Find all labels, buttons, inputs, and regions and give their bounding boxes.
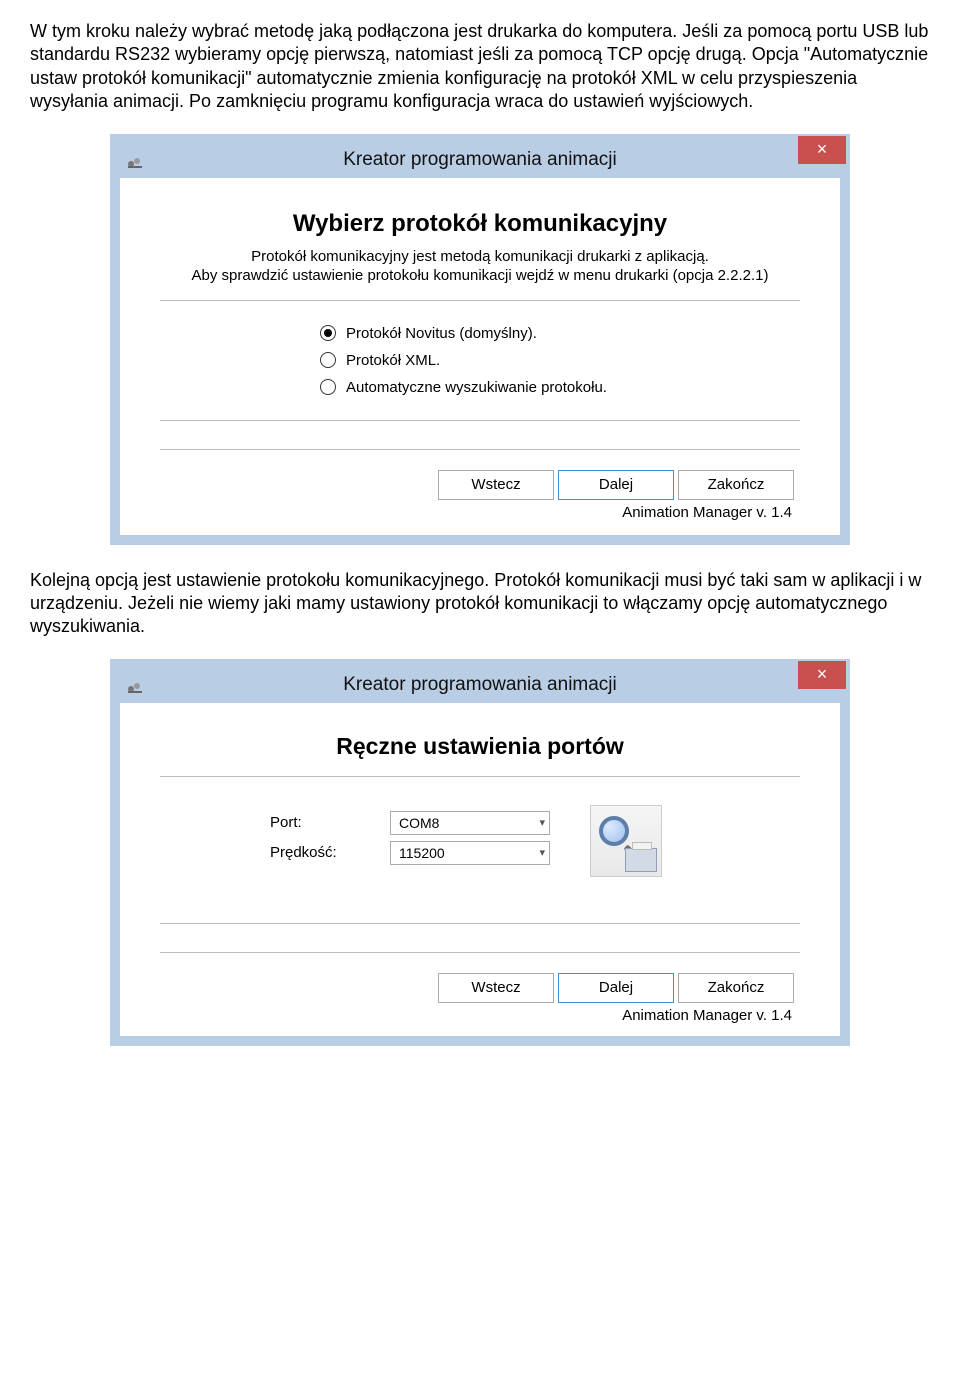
version-label: Animation Manager v. 1.4 xyxy=(160,504,800,525)
separator xyxy=(160,923,800,924)
port-label: Port: xyxy=(270,814,390,831)
radio-icon xyxy=(320,379,336,395)
close-button[interactable]: × xyxy=(798,136,846,164)
form-area: Port: COM8 ▾ Prędkość: 115200 ▾ xyxy=(270,805,800,877)
back-button[interactable]: Wstecz xyxy=(438,470,554,500)
dialog-body: Wybierz protokół komunikacyjny Protokół … xyxy=(120,178,840,535)
radio-icon xyxy=(320,325,336,341)
intro-paragraph-1: W tym kroku należy wybrać metodę jaką po… xyxy=(30,20,930,114)
window-title: Kreator programowania animacji xyxy=(120,674,840,696)
separator xyxy=(160,449,800,450)
port-value: COM8 xyxy=(399,815,439,831)
radio-icon xyxy=(320,352,336,368)
radio-auto[interactable]: Automatyczne wyszukiwanie protokołu. xyxy=(320,379,800,396)
dialog-subtext-1: Protokół komunikacyjny jest metodą komun… xyxy=(160,248,800,265)
titlebar: Kreator programowania animacji × xyxy=(120,142,840,178)
back-button[interactable]: Wstecz xyxy=(438,973,554,1003)
finish-button[interactable]: Zakończ xyxy=(678,973,794,1003)
titlebar: Kreator programowania animacji × xyxy=(120,667,840,703)
separator xyxy=(160,776,800,777)
radio-group: Protokół Novitus (domyślny). Protokół XM… xyxy=(320,325,800,396)
radio-label: Automatyczne wyszukiwanie protokołu. xyxy=(346,379,607,396)
chevron-down-icon: ▾ xyxy=(539,846,545,859)
speed-value: 115200 xyxy=(399,845,445,861)
next-button[interactable]: Dalej xyxy=(558,470,674,500)
finish-button[interactable]: Zakończ xyxy=(678,470,794,500)
dialog-body: Ręczne ustawienia portów Port: COM8 ▾ Pr… xyxy=(120,703,840,1036)
dialog-protocol: Kreator programowania animacji × Wybierz… xyxy=(110,134,850,545)
intro-paragraph-2: Kolejną opcją jest ustawienie protokołu … xyxy=(30,569,930,639)
button-row: Wstecz Dalej Zakończ xyxy=(160,466,800,504)
window-title: Kreator programowania animacji xyxy=(120,149,840,171)
dialog-heading: Ręczne ustawienia portów xyxy=(160,733,800,760)
dialog-subtext-2: Aby sprawdzić ustawienie protokołu komun… xyxy=(160,267,800,284)
close-button[interactable]: × xyxy=(798,661,846,689)
dialog-heading: Wybierz protokół komunikacyjny xyxy=(160,210,800,238)
radio-novitus[interactable]: Protokół Novitus (domyślny). xyxy=(320,325,800,342)
radio-label: Protokół XML. xyxy=(346,352,440,369)
port-row: Port: COM8 ▾ xyxy=(270,811,550,835)
next-button[interactable]: Dalej xyxy=(558,973,674,1003)
separator xyxy=(160,300,800,301)
dialog-ports: Kreator programowania animacji × Ręczne … xyxy=(110,659,850,1046)
radio-xml[interactable]: Protokół XML. xyxy=(320,352,800,369)
radio-label: Protokół Novitus (domyślny). xyxy=(346,325,537,342)
speed-label: Prędkość: xyxy=(270,844,390,861)
button-row: Wstecz Dalej Zakończ xyxy=(160,969,800,1007)
version-label: Animation Manager v. 1.4 xyxy=(160,1007,800,1028)
speed-select[interactable]: 115200 ▾ xyxy=(390,841,550,865)
separator xyxy=(160,952,800,953)
speed-row: Prędkość: 115200 ▾ xyxy=(270,841,550,865)
printer-icon xyxy=(625,848,657,872)
chevron-down-icon: ▾ xyxy=(539,816,545,829)
port-select[interactable]: COM8 ▾ xyxy=(390,811,550,835)
search-printer-button[interactable] xyxy=(590,805,662,877)
separator xyxy=(160,420,800,421)
